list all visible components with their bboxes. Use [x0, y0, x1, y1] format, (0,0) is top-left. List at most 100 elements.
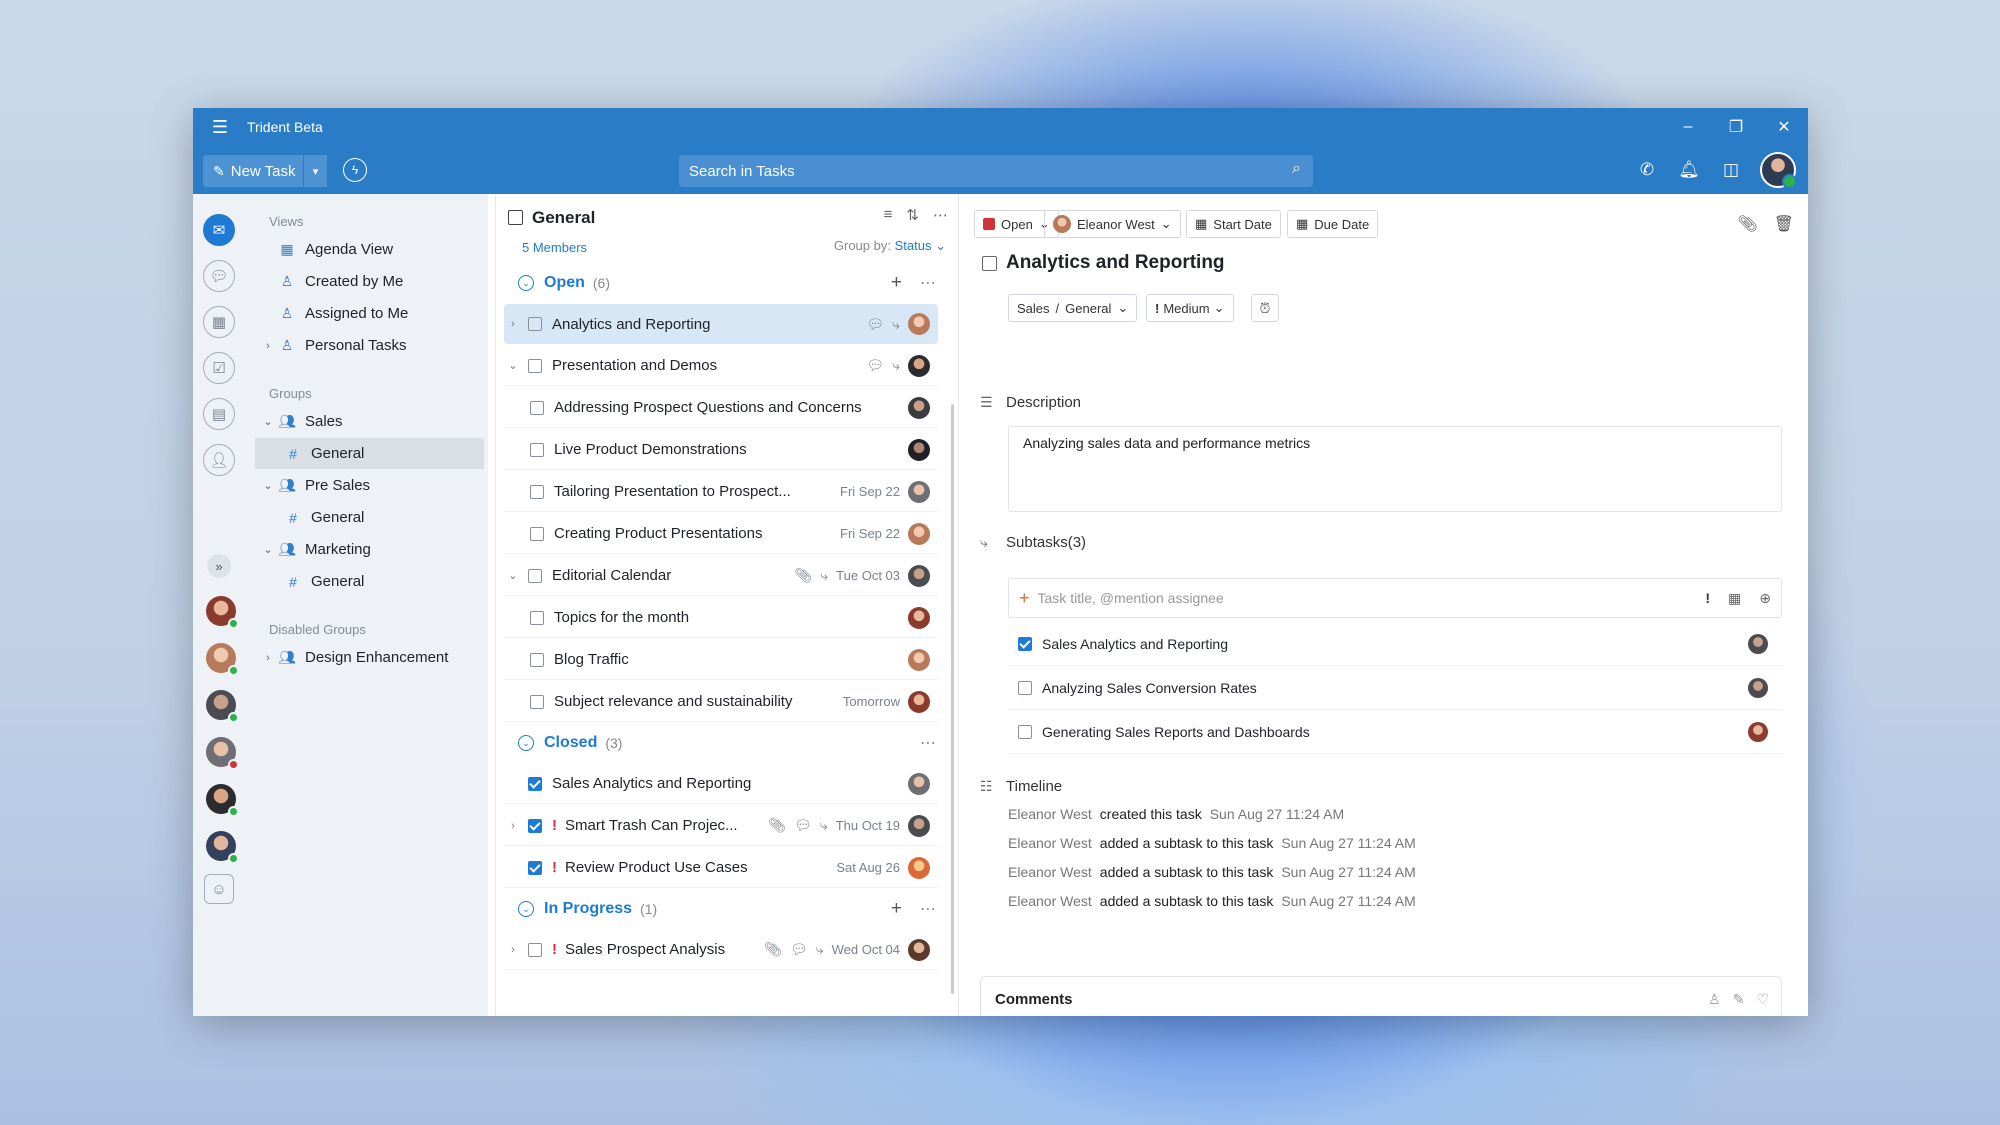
- chevron-down-icon[interactable]: ⌄: [504, 569, 522, 582]
- section-open[interactable]: ⌄ Open (6) + ⋯: [496, 266, 960, 300]
- priority-dropdown[interactable]: ! Medium ⌄: [1146, 294, 1234, 322]
- chevron-down-icon[interactable]: ⌄: [261, 415, 275, 428]
- task-row[interactable]: › ! Smart Trash Can Projec... 📎︎ 💬︎ ⤷ Th…: [504, 806, 938, 846]
- reminder-icon[interactable]: ⏰︎: [1251, 294, 1279, 322]
- contact-avatar[interactable]: [206, 596, 239, 629]
- heart-icon[interactable]: ♡: [1756, 991, 1769, 1008]
- contact-avatar[interactable]: [206, 690, 239, 723]
- close-icon[interactable]: ✕: [1760, 108, 1808, 146]
- task-checkbox[interactable]: [528, 942, 542, 957]
- add-icon[interactable]: +: [891, 272, 902, 294]
- task-checkbox[interactable]: [530, 442, 544, 457]
- task-checkbox[interactable]: [530, 484, 544, 499]
- trash-icon[interactable]: 🗑︎: [1774, 214, 1794, 234]
- assignee-dropdown[interactable]: Eleanor West ⌄: [1044, 210, 1181, 238]
- section-closed[interactable]: ⌄ Closed (3) ⋯: [496, 726, 960, 760]
- search-input[interactable]: Search in Tasks ⌕: [679, 155, 1313, 187]
- nav-channel-presales-general[interactable]: # General: [261, 502, 484, 533]
- panel-icon[interactable]: ◫: [1710, 160, 1752, 180]
- task-checkbox[interactable]: [528, 568, 542, 583]
- phone-icon[interactable]: ✆: [1626, 160, 1668, 180]
- user-avatar[interactable]: [1760, 152, 1797, 189]
- task-checkbox-checked[interactable]: [528, 818, 542, 833]
- group-channel-selector[interactable]: Sales / General ⌄: [1008, 294, 1138, 322]
- expand-icon[interactable]: »: [207, 554, 231, 578]
- contacts-icon[interactable]: 👤︎: [203, 444, 235, 476]
- more-icon[interactable]: ⋯: [920, 273, 936, 293]
- chat-icon[interactable]: 💬︎: [203, 260, 235, 292]
- nav-agenda-view[interactable]: ▦ Agenda View: [261, 234, 484, 265]
- restore-icon[interactable]: ❐: [1712, 108, 1760, 146]
- tasks-icon[interactable]: ☑: [203, 352, 235, 384]
- calendar-icon[interactable]: ▦: [1728, 590, 1741, 607]
- feedback-icon[interactable]: ☺: [204, 874, 234, 904]
- contact-avatar[interactable]: [206, 737, 239, 770]
- task-row[interactable]: ! Review Product Use Cases Sat Aug 26: [504, 848, 938, 888]
- task-checkbox[interactable]: [530, 610, 544, 625]
- chevron-right-icon[interactable]: ›: [504, 820, 522, 832]
- contact-avatar[interactable]: [206, 643, 239, 676]
- mention-icon[interactable]: ♙: [1708, 991, 1721, 1008]
- attachment-icon[interactable]: 📎︎: [1737, 214, 1757, 234]
- calendar-icon[interactable]: ▦: [203, 306, 235, 338]
- chevron-right-icon[interactable]: ›: [504, 944, 522, 956]
- nav-group-marketing[interactable]: ⌄ 👥︎ Marketing: [261, 534, 484, 565]
- search-icon[interactable]: ⌕: [1292, 160, 1301, 178]
- add-icon[interactable]: +: [891, 898, 902, 920]
- nav-assigned-to-me[interactable]: ♙ Assigned to Me: [261, 298, 484, 329]
- chevron-right-icon[interactable]: ›: [261, 652, 275, 664]
- list-scrollbar[interactable]: [951, 404, 954, 994]
- task-checkbox[interactable]: [530, 694, 544, 709]
- subtask-row[interactable]: Generating Sales Reports and Dashboards: [1008, 710, 1782, 754]
- task-complete-checkbox[interactable]: [982, 256, 997, 271]
- task-checkbox[interactable]: [530, 400, 544, 415]
- task-row[interactable]: ⌄ Editorial Calendar 📎︎ ⤷ Tue Oct 03: [504, 556, 938, 596]
- task-title[interactable]: Analytics and Reporting: [1006, 252, 1225, 274]
- minimize-icon[interactable]: –: [1664, 108, 1712, 146]
- nav-channel-sales-general[interactable]: # General: [255, 438, 484, 469]
- sort-icon[interactable]: ⇅: [906, 206, 919, 224]
- subtask-checkbox[interactable]: [1018, 724, 1032, 739]
- task-checkbox[interactable]: [528, 358, 542, 373]
- collapse-icon[interactable]: ⌄: [518, 901, 534, 917]
- group-by-selector[interactable]: Group by: Status ⌄: [834, 238, 946, 254]
- task-row[interactable]: Live Product Demonstrations: [504, 430, 938, 470]
- chevron-right-icon[interactable]: ›: [504, 318, 522, 330]
- task-row[interactable]: Addressing Prospect Questions and Concer…: [504, 388, 938, 428]
- subtask-checkbox-checked[interactable]: [1018, 636, 1032, 651]
- task-row[interactable]: Subject relevance and sustainability Tom…: [504, 682, 938, 722]
- edit-icon[interactable]: ✎: [1733, 991, 1745, 1008]
- task-row[interactable]: › ! Sales Prospect Analysis 📎︎ 💬︎ ⤷ Wed …: [504, 930, 938, 970]
- task-row[interactable]: Topics for the month: [504, 598, 938, 638]
- panel-toggle-icon[interactable]: [508, 210, 523, 225]
- mail-icon[interactable]: ✉: [203, 214, 235, 246]
- contact-avatar[interactable]: [206, 784, 239, 817]
- nav-group-design-enhancement[interactable]: › 👥︎ Design Enhancement: [261, 642, 484, 673]
- due-date-button[interactable]: ▦ Due Date: [1287, 210, 1379, 238]
- task-checkbox[interactable]: [530, 652, 544, 667]
- more-icon[interactable]: ⋯: [933, 206, 948, 224]
- chevron-down-icon[interactable]: ⌄: [504, 359, 522, 372]
- task-row[interactable]: › Analytics and Reporting 💬︎ ⤷: [504, 304, 938, 344]
- task-row[interactable]: Tailoring Presentation to Prospect... Fr…: [504, 472, 938, 512]
- start-date-button[interactable]: ▦ Start Date: [1186, 210, 1281, 238]
- task-row[interactable]: ⌄ Presentation and Demos 💬︎ ⤷: [504, 346, 938, 386]
- notes-icon[interactable]: ▤: [203, 398, 235, 430]
- hamburger-menu-icon[interactable]: ☰: [193, 117, 247, 138]
- subtask-checkbox[interactable]: [1018, 680, 1032, 695]
- bell-icon[interactable]: 🔔︎: [1668, 160, 1710, 180]
- new-task-dropdown[interactable]: ▾: [303, 155, 327, 187]
- task-checkbox-checked[interactable]: [528, 860, 542, 875]
- subtask-row[interactable]: Analyzing Sales Conversion Rates: [1008, 666, 1782, 710]
- assign-person-icon[interactable]: ⊕: [1759, 590, 1771, 607]
- task-checkbox[interactable]: [530, 526, 544, 541]
- chevron-down-icon[interactable]: ⌄: [261, 543, 275, 556]
- contact-avatar[interactable]: [206, 831, 239, 864]
- more-icon[interactable]: ⋯: [920, 899, 936, 919]
- task-row[interactable]: Blog Traffic: [504, 640, 938, 680]
- filter-icon[interactable]: ≡: [884, 206, 893, 224]
- task-row[interactable]: Sales Analytics and Reporting: [504, 764, 938, 804]
- nav-personal-tasks[interactable]: › ♙ Personal Tasks: [261, 330, 484, 361]
- task-checkbox[interactable]: [528, 317, 542, 331]
- priority-icon[interactable]: !: [1705, 590, 1710, 607]
